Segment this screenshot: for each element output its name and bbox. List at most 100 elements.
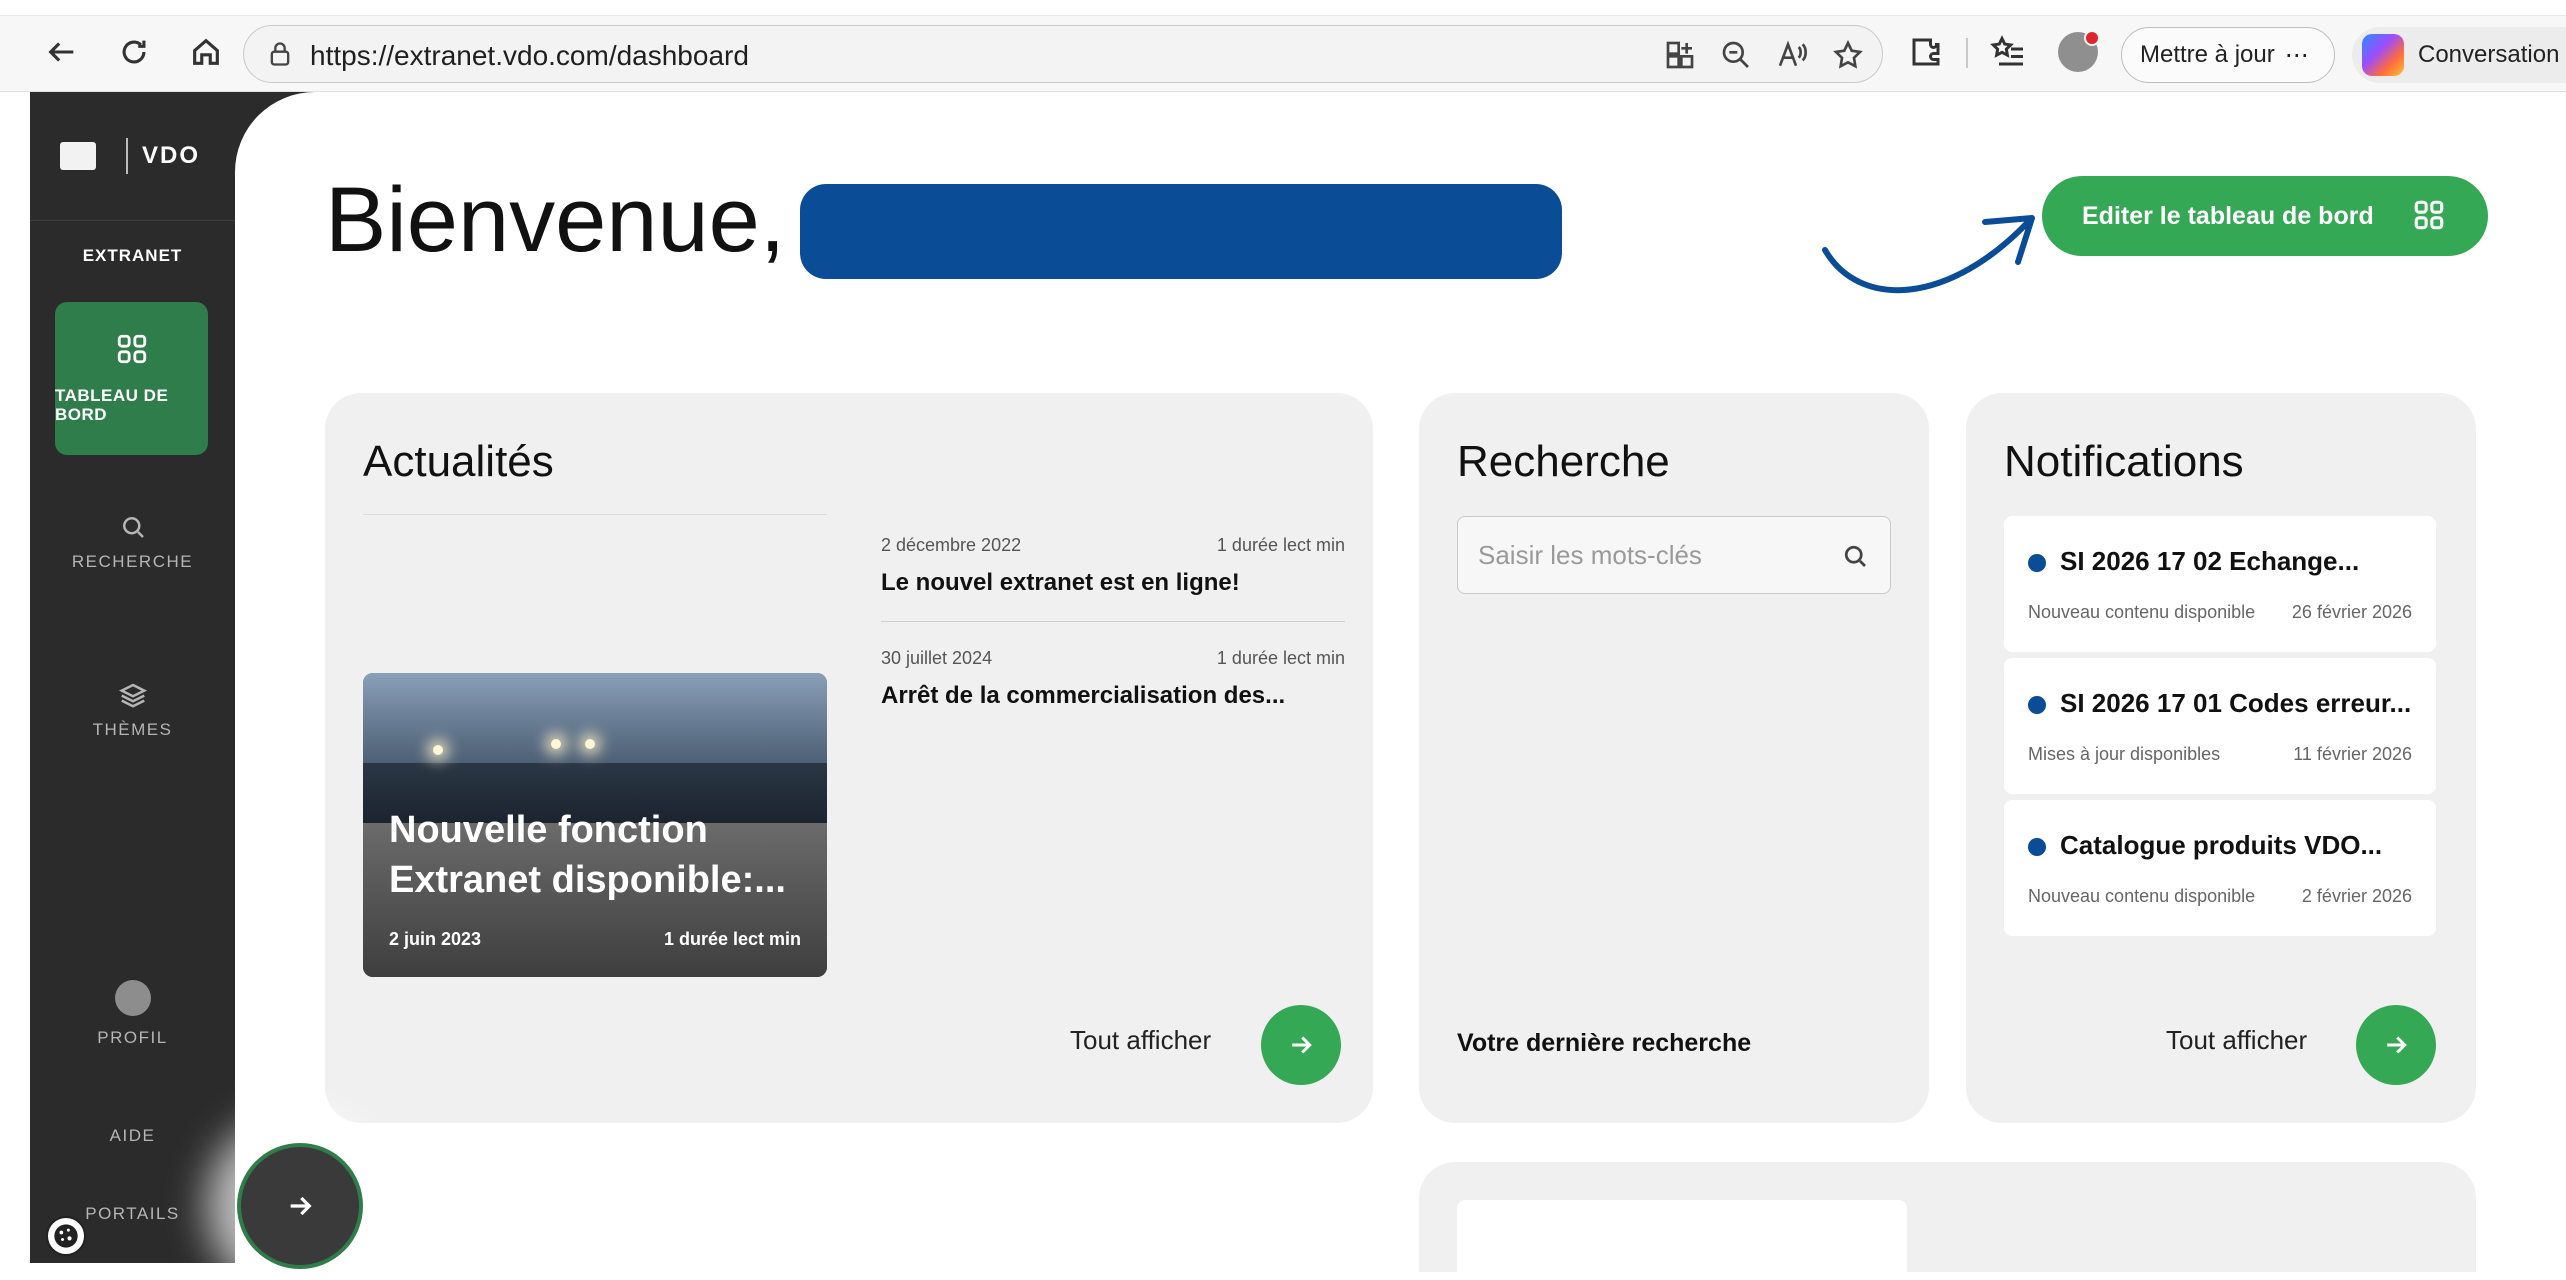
sidebar-item-profile[interactable]: PROFIL [30, 980, 235, 1048]
update-label: Mettre à jour [2140, 41, 2275, 68]
home-button[interactable] [184, 30, 228, 74]
browser-toolbar: https://extranet.vdo.com/dashboard Mettr… [0, 0, 2566, 92]
widget-card [1419, 1162, 2476, 1280]
news-title: Actualités [363, 437, 554, 486]
sidebar-item-label: PORTAILS [85, 1204, 180, 1223]
news-item[interactable]: 2 décembre 2022 1 durée lect min Le nouv… [881, 535, 1345, 597]
sidebar-item-label: PROFIL [97, 1028, 168, 1047]
image-placeholder-icon [60, 142, 96, 170]
profile-icon [114, 980, 151, 1016]
vdo-logo[interactable]: VDO [142, 142, 200, 170]
sidebar-divider [30, 220, 235, 221]
headlight [585, 739, 595, 749]
conversation-label: Conversation [2418, 41, 2560, 68]
unread-dot-icon [2028, 838, 2046, 856]
notification-item[interactable]: Catalogue produits VDO... Nouveau conten… [2004, 800, 2436, 936]
favorite-star-icon[interactable] [1832, 39, 1864, 71]
read-aloud-icon[interactable] [1776, 39, 1808, 71]
sidebar: VDO EXTRANET TABLEAU DE BORD RECHERCHE T… [30, 92, 235, 1263]
edit-dashboard-button[interactable]: Editer le tableau de bord [2042, 176, 2488, 256]
news-card: Actualités 2 décembre 2022 1 durée lect … [325, 393, 1373, 1123]
search-card: Recherche Votre dernière recherche [1419, 393, 1929, 1123]
search-icon [122, 517, 144, 538]
sidebar-item-label: THÈMES [92, 720, 173, 739]
sidebar-item-search[interactable]: RECHERCHE [30, 512, 235, 572]
app-available-icon[interactable] [1664, 39, 1696, 71]
notification-item[interactable]: SI 2026 17 02 Echange... Nouveau contenu… [2004, 516, 2436, 652]
sidebar-item-label: RECHERCHE [71, 552, 194, 571]
search-input[interactable] [1478, 537, 1838, 573]
logo-divider [126, 138, 128, 174]
notification-status: Mises à jour disponibles [2028, 744, 2221, 764]
featured-news-read-time: 1 durée lect min [663, 929, 801, 949]
notification-date: 2 février 2026 [2301, 886, 2412, 906]
notification-title: SI 2026 17 02 Echange... [2060, 546, 2360, 576]
tab-strip [0, 0, 2566, 16]
edit-dashboard-label: Editer le tableau de bord [2082, 201, 2374, 230]
extensions-icon[interactable] [1908, 34, 1944, 70]
notification-date: 26 février 2026 [2291, 602, 2412, 622]
update-button[interactable]: Mettre à jour ⋯ [2121, 27, 2335, 83]
reload-icon [122, 40, 146, 64]
sidebar-item-themes[interactable]: THÈMES [30, 680, 235, 740]
layers-icon [118, 683, 147, 708]
annotation-arrow-icon [1822, 215, 2035, 294]
news-read-time: 1 durée lect min [1216, 648, 1345, 668]
home-icon [193, 38, 219, 65]
browser-profile-avatar[interactable] [2058, 30, 2100, 72]
notifications-card: Notifications SI 2026 17 02 Echange... N… [1966, 393, 2476, 1123]
address-bar[interactable]: https://extranet.vdo.com/dashboard [243, 25, 1883, 83]
news-see-all-button[interactable] [1261, 1005, 1341, 1085]
news-headline: Le nouvel extranet est en ligne! [881, 569, 1240, 596]
news-headline: Arrêt de la commercialisation des... [881, 682, 1286, 709]
sidebar-section-label: EXTRANET [82, 246, 183, 265]
news-item[interactable]: 30 juillet 2024 1 durée lect min Arrêt d… [881, 648, 1345, 710]
expand-sidebar-button[interactable] [237, 1143, 363, 1269]
notifications-see-all-link[interactable]: Tout afficher [2166, 1025, 2307, 1056]
cookie-settings-button[interactable] [46, 1216, 86, 1256]
copilot-icon[interactable] [2362, 34, 2404, 76]
featured-news-card[interactable]: Nouvelle fonction Extranet disponible:..… [363, 673, 827, 977]
sidebar-item-dashboard[interactable]: TABLEAU DE BORD [55, 302, 208, 455]
news-see-all-link[interactable]: Tout afficher [1070, 1025, 1211, 1056]
back-button[interactable] [40, 30, 84, 74]
sidebar-item-label: TABLEAU DE BORD [55, 386, 169, 424]
featured-news-title: Nouvelle fonction Extranet disponible:..… [389, 809, 786, 901]
favorites-list-icon[interactable] [1990, 34, 2026, 70]
search-icon[interactable] [1840, 541, 1870, 571]
notification-status: Nouveau contenu disponible [2028, 886, 2256, 906]
last-search-label: Votre dernière recherche [1457, 1029, 1752, 1057]
zoom-out-icon[interactable] [1720, 39, 1752, 71]
arrow-right-icon [2387, 1036, 2407, 1054]
cookie-icon [54, 1224, 78, 1248]
notification-status: Nouveau contenu disponible [2028, 602, 2256, 622]
sidebar-item-help[interactable]: AIDE [30, 1126, 235, 1146]
notifications-title: Notifications [2004, 437, 2244, 486]
lock-icon [270, 42, 290, 66]
toolbar-separator [1966, 38, 1968, 68]
headlight [551, 739, 561, 749]
more-icon: ⋯ [2284, 41, 2309, 69]
widget-inner-panel [1457, 1200, 1907, 1280]
reload-button[interactable] [112, 30, 156, 74]
arrow-right-icon [290, 1196, 312, 1216]
news-read-time: 1 durée lect min [1216, 535, 1345, 555]
featured-news-date: 2 juin 2023 [389, 929, 482, 949]
notification-item[interactable]: SI 2026 17 01 Codes erreur... Mises à jo… [2004, 658, 2436, 794]
page-title: Bienvenue, [325, 169, 786, 271]
notifications-see-all-button[interactable] [2356, 1005, 2436, 1085]
notification-title: Catalogue produits VDO... [2060, 830, 2383, 860]
news-date: 30 juillet 2024 [881, 648, 993, 668]
notification-title: SI 2026 17 01 Codes erreur... [2060, 688, 2412, 718]
news-divider [881, 621, 1345, 622]
arrow-right-icon [1292, 1036, 1312, 1054]
dashboard-icon [117, 334, 147, 364]
unread-dot-icon [2028, 554, 2046, 572]
back-arrow-icon [48, 42, 74, 62]
search-field[interactable] [1457, 516, 1891, 594]
dashboard-grid-icon [2414, 200, 2444, 230]
url-text[interactable]: https://extranet.vdo.com/dashboard [310, 40, 749, 72]
news-date: 2 décembre 2022 [881, 535, 1022, 555]
news-divider [363, 514, 827, 515]
sidebar-item-label: AIDE [109, 1126, 156, 1145]
